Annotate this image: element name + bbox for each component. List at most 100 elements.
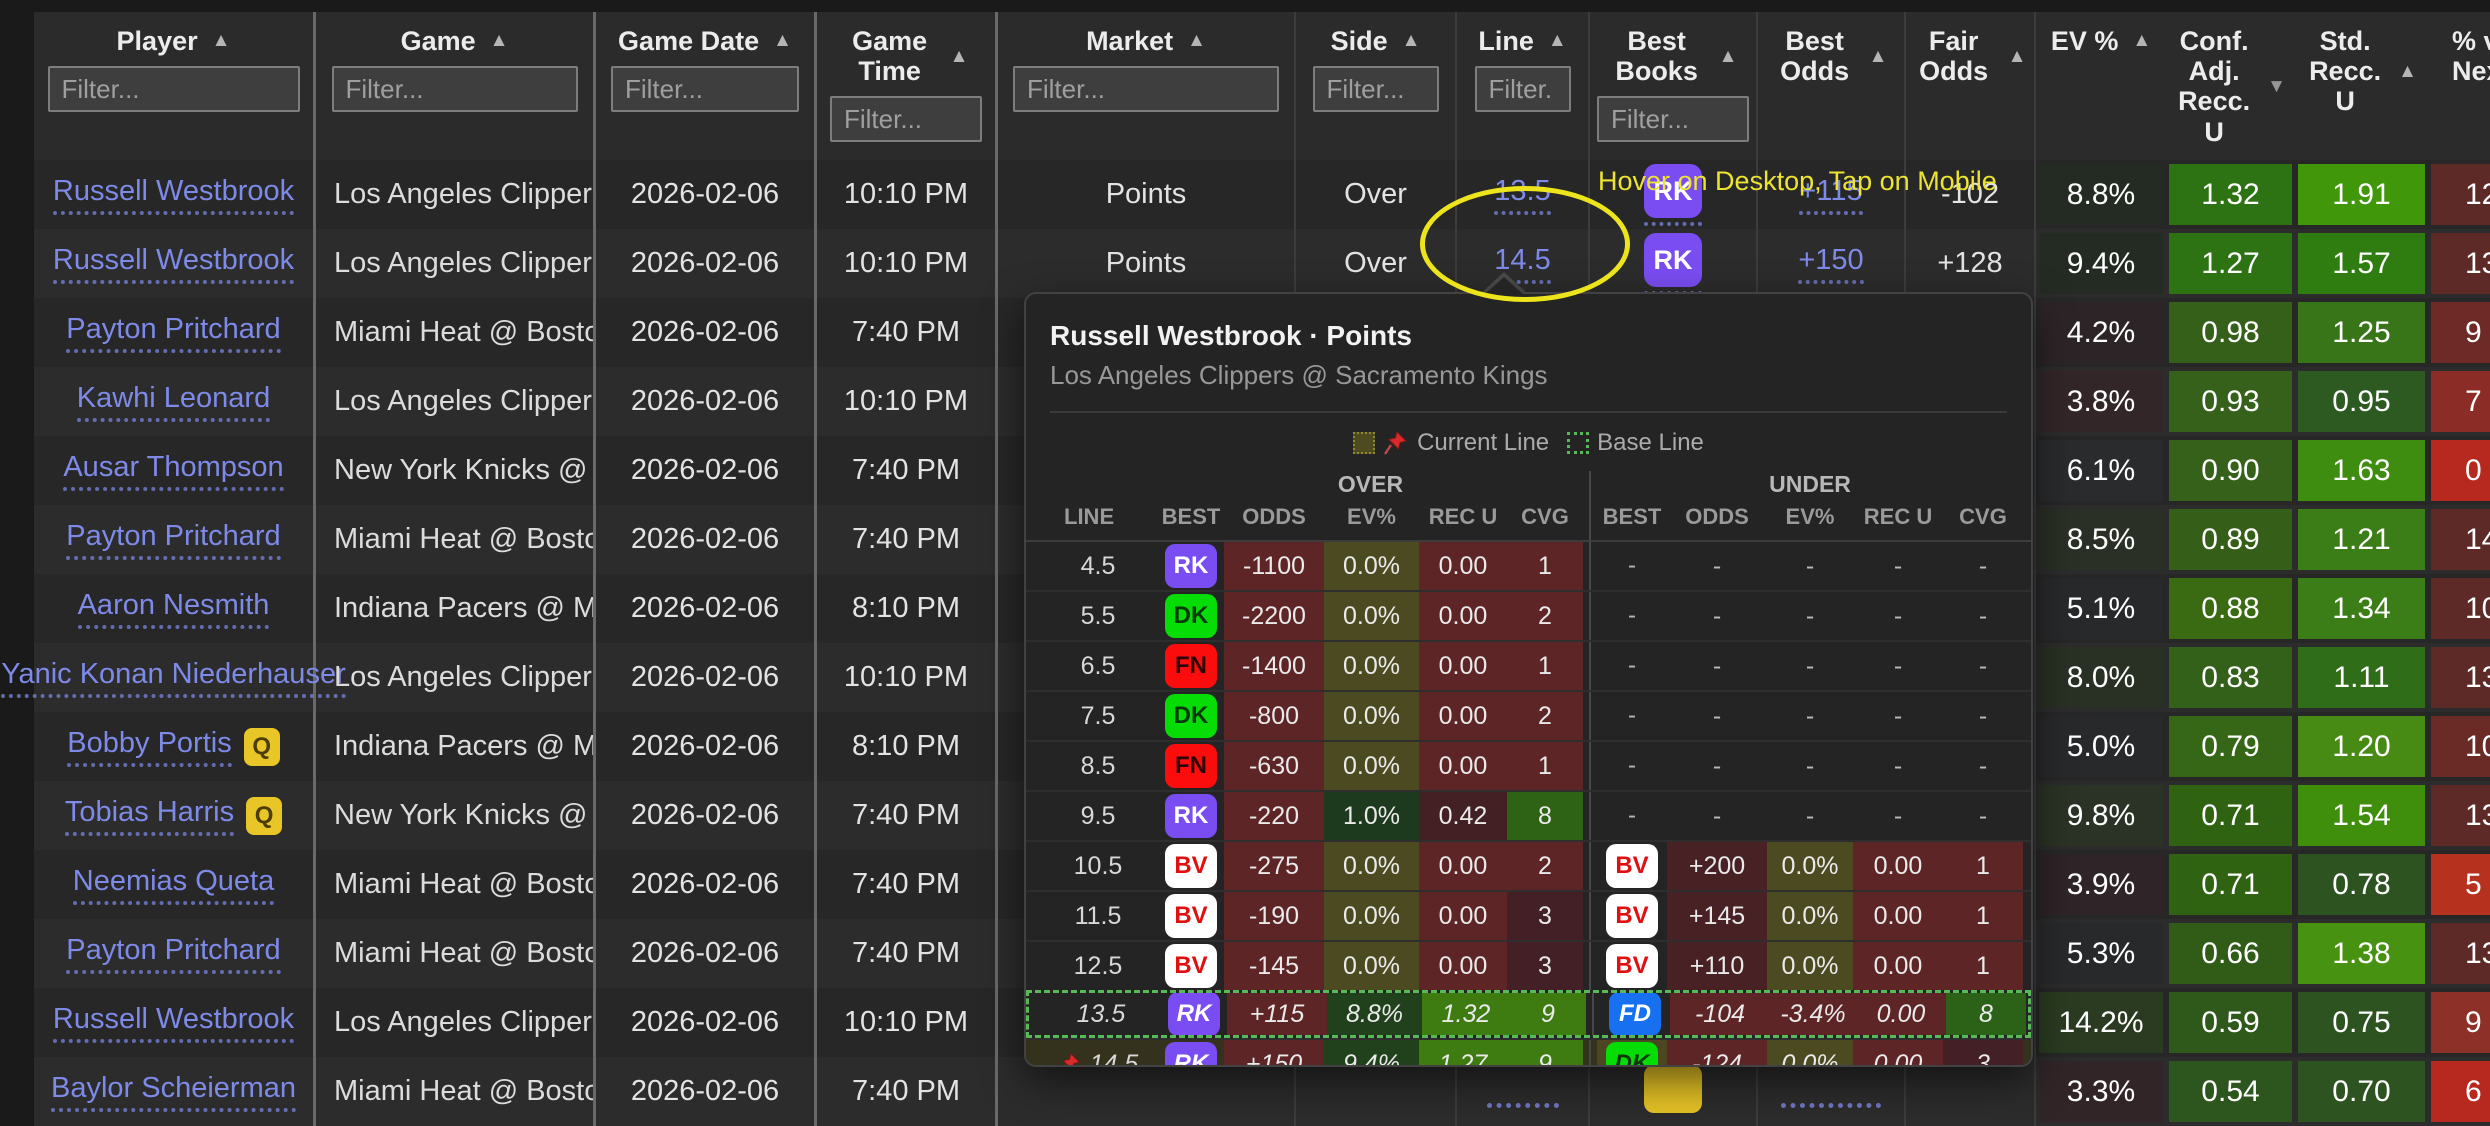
ev-cell: 6.1% bbox=[2036, 436, 2166, 505]
conf-adj-recc-cell: 0.93 bbox=[2166, 367, 2295, 436]
sort-desc-icon[interactable]: ▼ bbox=[2267, 76, 2286, 97]
player-link[interactable]: Payton Pritchard bbox=[66, 520, 280, 560]
column-header-best-books[interactable]: Best Books ▲ bbox=[1590, 12, 1758, 160]
column-header-std-recc-u[interactable]: Std. Recc. U▲ bbox=[2295, 12, 2428, 160]
player-link[interactable]: Ausar Thompson bbox=[63, 451, 283, 491]
player-cell: Yanic Konan Niederhauser bbox=[34, 643, 316, 712]
popup-line-row[interactable]: 11.5 BV -190 0.0% 0.00 3 BV +145 0.0% 0.… bbox=[1026, 890, 2031, 940]
player-link[interactable]: Payton Pritchard bbox=[66, 313, 280, 353]
book-badge: FN bbox=[1165, 644, 1217, 688]
column-header-line[interactable]: Line▲ bbox=[1457, 12, 1590, 160]
line-value-cell: 10.5 bbox=[1038, 842, 1158, 890]
column-label: Best Books bbox=[1609, 26, 1705, 86]
game-time-filter-input[interactable] bbox=[830, 96, 982, 142]
player-link[interactable]: Tobias Harris bbox=[65, 796, 234, 836]
over-odds-cell: +115 bbox=[1227, 993, 1327, 1035]
column-header-game[interactable]: Game▲ bbox=[316, 12, 596, 160]
column-header-pct-vs-next[interactable]: % vs Next bbox=[2428, 12, 2490, 160]
column-header-fair-odds[interactable]: Fair Odds▲ bbox=[1906, 12, 2036, 160]
game-time-cell: 7:40 PM bbox=[817, 1057, 998, 1126]
popup-line-row[interactable]: 12.5 BV -145 0.0% 0.00 3 BV +110 0.0% 0.… bbox=[1026, 940, 2031, 990]
sort-asc-icon[interactable]: ▲ bbox=[2132, 30, 2151, 51]
popup-line-row[interactable]: 4.5 RK -1100 0.0% 0.00 1 - - - - - bbox=[1026, 542, 2031, 590]
player-link[interactable]: Russell Westbrook bbox=[53, 244, 294, 284]
sort-asc-icon[interactable]: ▲ bbox=[2398, 61, 2417, 82]
sort-asc-icon[interactable]: ▲ bbox=[212, 30, 231, 51]
market-filter-input[interactable] bbox=[1013, 66, 1279, 112]
player-link[interactable]: Neemias Queta bbox=[73, 865, 275, 905]
pct-vs-next-cell: 0 bbox=[2428, 436, 2490, 505]
line-filter-input[interactable] bbox=[1475, 66, 1571, 112]
game-cell: Indiana Pacers @ Mil… bbox=[316, 574, 596, 643]
over-cvg-cell: 9 bbox=[1510, 993, 1586, 1035]
player-link[interactable]: Yanic Konan Niederhauser bbox=[1, 658, 345, 698]
game-time-cell: 10:10 PM bbox=[817, 229, 998, 298]
popup-line-row[interactable]: 5.5 DK -2200 0.0% 0.00 2 - - - - - bbox=[1026, 590, 2031, 640]
pct-vs-next-cell: 9 bbox=[2428, 988, 2490, 1057]
popup-line-row[interactable]: 8.5 FN -630 0.0% 0.00 1 - - - - - bbox=[1026, 740, 2031, 790]
table-row: Baylor Scheierman Miami Heat @ Bosto… 20… bbox=[34, 1057, 2490, 1126]
player-link[interactable]: Payton Pritchard bbox=[66, 934, 280, 974]
book-badge[interactable] bbox=[1644, 1065, 1702, 1113]
under-recu-cell: 0.00 bbox=[1853, 942, 1943, 990]
over-recu-cell: 0.00 bbox=[1419, 692, 1507, 740]
pct-vs-next-cell: 6 bbox=[2428, 1057, 2490, 1126]
game-date-filter-input[interactable] bbox=[611, 66, 799, 112]
over-cvg-cell: 2 bbox=[1507, 842, 1583, 890]
under-odds-cell: - bbox=[1667, 592, 1767, 640]
line-cell bbox=[1457, 1057, 1590, 1126]
player-link[interactable]: Aaron Nesmith bbox=[78, 589, 270, 629]
under-ev-cell: 0.0% bbox=[1767, 1040, 1853, 1067]
sort-asc-icon[interactable]: ▲ bbox=[1187, 30, 1206, 51]
divider bbox=[1583, 542, 1597, 590]
sort-asc-icon[interactable]: ▲ bbox=[773, 30, 792, 51]
sort-asc-icon[interactable]: ▲ bbox=[950, 46, 969, 67]
best-odds-cell bbox=[1758, 1057, 1906, 1126]
popup-line-row[interactable]: 13.5 RK +115 8.8% 1.32 9 FD -104 -3.4% 0… bbox=[1026, 990, 2031, 1038]
best-books-filter-input[interactable] bbox=[1597, 96, 1749, 142]
line-value: 8.5 bbox=[1081, 752, 1116, 781]
column-header-market[interactable]: Market ▲ bbox=[998, 12, 1296, 160]
column-header-player[interactable]: Player▲ bbox=[34, 12, 316, 160]
player-link[interactable]: Baylor Scheierman bbox=[51, 1072, 296, 1112]
column-header-best-odds[interactable]: Best Odds▲ bbox=[1758, 12, 1906, 160]
book-badge[interactable]: RK bbox=[1644, 233, 1702, 287]
under-cvg-cell: - bbox=[1943, 792, 2023, 840]
line-value: 4.5 bbox=[1081, 552, 1116, 581]
popup-line-row[interactable]: 6.5 FN -1400 0.0% 0.00 1 - - - - - bbox=[1026, 640, 2031, 690]
line-value-cell: 11.5 bbox=[1038, 892, 1158, 940]
highlight-ellipse-annotation bbox=[1420, 186, 1630, 302]
column-label: Market bbox=[1086, 26, 1173, 56]
pushpin-icon bbox=[1383, 430, 1409, 456]
table-row: Russell Westbrook Los Angeles Clippers …… bbox=[34, 229, 2490, 298]
player-link[interactable]: Russell Westbrook bbox=[53, 175, 294, 215]
column-header-game-time[interactable]: Game Time▲ bbox=[817, 12, 998, 160]
sort-asc-icon[interactable]: ▲ bbox=[2008, 46, 2027, 67]
column-header-conf-adj-recc-u[interactable]: Conf. Adj. Recc. U▼ bbox=[2166, 12, 2295, 160]
popup-line-row[interactable]: 14.5 RK +150 9.4% 1.27 9 DK -124 0.0% 0.… bbox=[1026, 1038, 2031, 1067]
column-header-side[interactable]: Side▲ bbox=[1296, 12, 1457, 160]
column-header-game-date[interactable]: Game Date▲ bbox=[596, 12, 817, 160]
sort-asc-icon[interactable]: ▲ bbox=[490, 30, 509, 51]
sort-asc-icon[interactable]: ▲ bbox=[1402, 30, 1421, 51]
game-cell: Los Angeles Clippers … bbox=[316, 160, 596, 229]
popup-subtitle: Los Angeles Clippers @ Sacramento Kings bbox=[1050, 360, 2007, 391]
side-filter-input[interactable] bbox=[1313, 66, 1439, 112]
sort-asc-icon[interactable]: ▲ bbox=[1869, 46, 1888, 67]
game-filter-input[interactable] bbox=[332, 66, 578, 112]
over-best-cell: RK bbox=[1161, 993, 1227, 1035]
sort-asc-icon[interactable]: ▲ bbox=[1548, 30, 1567, 51]
sort-asc-icon[interactable]: ▲ bbox=[1719, 46, 1738, 67]
player-link[interactable]: Russell Westbrook bbox=[53, 1003, 294, 1043]
player-link[interactable]: Kawhi Leonard bbox=[77, 382, 270, 422]
player-filter-input[interactable] bbox=[48, 66, 300, 112]
conf-adj-recc-cell: 0.89 bbox=[2166, 505, 2295, 574]
over-best-cell: FN bbox=[1158, 742, 1224, 790]
best-odds-link[interactable]: +150 bbox=[1798, 244, 1863, 284]
game-cell: Indiana Pacers @ Mil… bbox=[316, 712, 596, 781]
column-header-ev[interactable]: EV %▲ bbox=[2036, 12, 2166, 160]
popup-line-row[interactable]: 10.5 BV -275 0.0% 0.00 2 BV +200 0.0% 0.… bbox=[1026, 840, 2031, 890]
player-link[interactable]: Bobby Portis bbox=[67, 727, 231, 767]
popup-line-row[interactable]: 7.5 DK -800 0.0% 0.00 2 - - - - - bbox=[1026, 690, 2031, 740]
popup-line-row[interactable]: 9.5 RK -220 1.0% 0.42 8 - - - - - bbox=[1026, 790, 2031, 840]
